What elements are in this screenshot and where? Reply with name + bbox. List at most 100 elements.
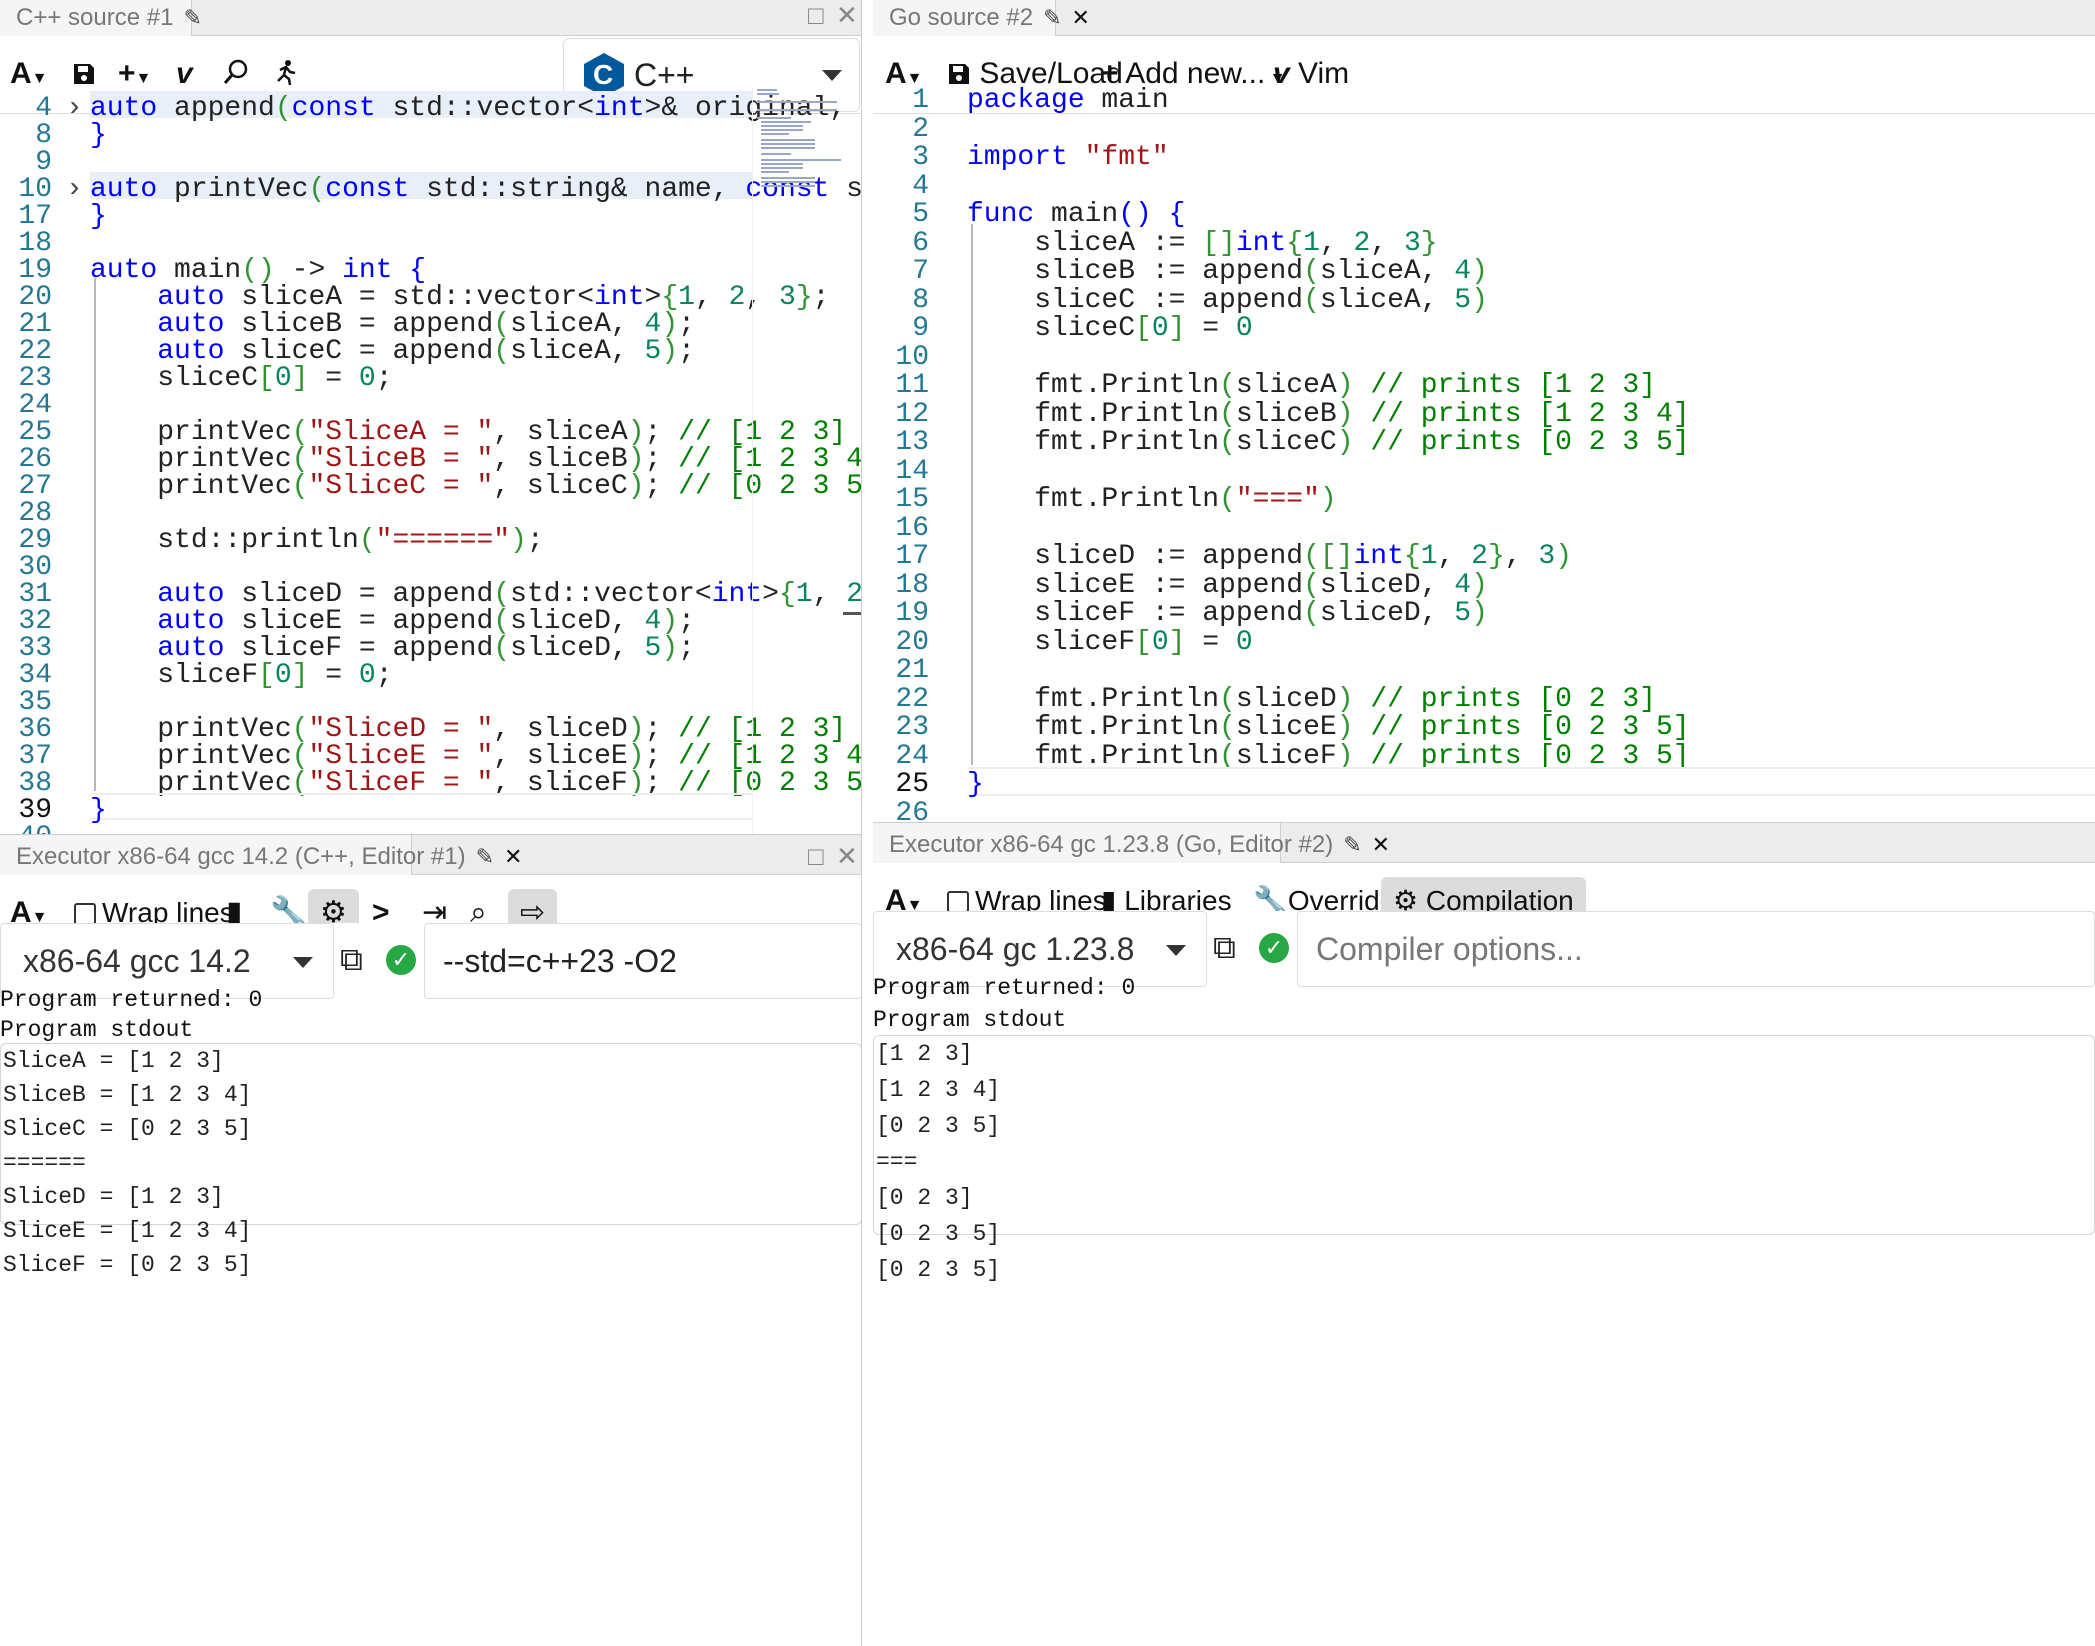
tab-cpp-executor[interactable]: Executor x86-64 gcc 14.2 (C++, Editor #1… <box>0 835 522 875</box>
line-number: 25 <box>895 769 929 800</box>
vim-label: Vim <box>1298 57 1350 90</box>
tab-go-executor[interactable]: Executor x86-64 gc 1.23.8 (Go, Editor #2… <box>873 823 1390 863</box>
go-editor-pane: Go source #2 ✎ ✕ A▼ Save/Load + Add new...… <box>873 0 2095 822</box>
code-line: auto printVec(const std::string& name, c… <box>90 174 862 205</box>
code-line: fmt.Println(sliceE) // prints [0 2 3 5] <box>967 712 1690 743</box>
check-circle-icon: ✓ <box>1259 933 1289 963</box>
pencil-icon[interactable]: ✎ <box>1043 5 1061 30</box>
code-line: fmt.Println(sliceA) // prints [1 2 3] <box>967 370 1656 401</box>
go-code-area[interactable]: 1 package main 2 3 import "fmt" 4 5 func main()… <box>873 85 2095 822</box>
code-line: func main() { <box>967 199 1186 230</box>
close-icon[interactable]: ✕ <box>1372 832 1390 857</box>
go-editor-tabbar: Go source #2 ✎ ✕ <box>873 0 2095 36</box>
compiler-options-input[interactable]: --std=c++23 -O2 <box>424 923 861 999</box>
cpp-editor-pane: C++ source #1 ✎ □ ✕ A▼ +▼ v C C++ 4 › auto … <box>0 0 862 834</box>
line-number: 12 <box>895 398 929 430</box>
line-number: 15 <box>895 484 929 515</box>
line-number: 23 <box>895 712 929 743</box>
code-line: sliceE := append(sliceD, 4) <box>967 569 1488 601</box>
compiler-label: x86-64 gcc 14.2 <box>23 943 251 979</box>
code-line: auto append(const std::vector<int>& orig… <box>90 93 862 124</box>
chevron-down-icon <box>1166 945 1186 956</box>
line-number: 10 <box>895 341 929 373</box>
line-number: 1 <box>912 85 929 116</box>
code-line: sliceF := append(sliceD, 5) <box>967 598 1488 629</box>
indent-guide <box>971 223 973 765</box>
chevron-down-icon <box>293 957 313 968</box>
line-number: 11 <box>895 370 929 401</box>
line-number: 6 <box>912 227 929 259</box>
pencil-icon[interactable]: ✎ <box>1343 832 1361 857</box>
close-icon[interactable]: ✕ <box>836 0 858 31</box>
line-number: 22 <box>895 683 929 715</box>
code-line: sliceC := append(sliceA, 5) <box>967 284 1488 316</box>
line-number: 8 <box>912 284 929 316</box>
tab-title: C++ source #1 <box>16 4 174 31</box>
line-number: 2 <box>912 113 929 145</box>
compiler-options-placeholder: Compiler options... <box>1316 931 1583 967</box>
code-line: import "fmt" <box>967 142 1169 173</box>
line-number: 14 <box>895 455 929 487</box>
cpp-editor-tabbar: C++ source #1 ✎ □ ✕ <box>0 0 861 36</box>
cpp-executor-tabbar: Executor x86-64 gcc 14.2 (C++, Editor #1… <box>0 835 861 875</box>
cpp-executor-pane: Executor x86-64 gcc 14.2 (C++, Editor #1… <box>0 834 862 1646</box>
cpp-code-area[interactable]: 4 › auto append(const std::vector<int>& or… <box>0 87 861 834</box>
maximize-icon[interactable]: □ <box>808 0 824 31</box>
scrollbar-thumb[interactable] <box>843 612 861 615</box>
line-number: 20 <box>895 626 929 658</box>
line-number: 21 <box>895 655 929 686</box>
indent-guide <box>94 278 96 791</box>
code-line: sliceB := append(sliceA, 4) <box>967 256 1488 287</box>
fold-chevron-icon[interactable]: › <box>66 93 83 124</box>
fold-chevron-icon[interactable]: › <box>66 174 83 205</box>
program-returned: Program returned: 0 <box>873 975 1136 1001</box>
code-line: } <box>90 795 107 826</box>
tab-title: Executor x86-64 gcc 14.2 (C++, Editor #1… <box>16 843 466 870</box>
line-number: 13 <box>895 427 929 458</box>
tab-title: Go source #2 <box>889 4 1034 31</box>
code-line: sliceA := []int{1, 2, 3} <box>967 227 1438 259</box>
code-line: fmt.Println(sliceD) // prints [0 2 3] <box>967 683 1656 715</box>
code-line: sliceD := append([]int{1, 2}, 3) <box>967 541 1572 572</box>
pencil-icon[interactable]: ✎ <box>476 844 494 869</box>
checkbox-icon <box>74 903 96 925</box>
popout-icon[interactable]: ⧉ <box>1213 929 1236 967</box>
tab-title: Executor x86-64 gc 1.23.8 (Go, Editor #2… <box>889 831 1334 858</box>
code-line: sliceF[0] = 0; <box>90 660 393 691</box>
cpp-minimap[interactable] <box>752 87 861 834</box>
program-stdout-label: Program stdout <box>0 1017 194 1043</box>
current-line <box>90 793 752 820</box>
popout-icon[interactable]: ⧉ <box>340 941 363 979</box>
vim-icon: v <box>1273 57 1290 90</box>
tab-go-source[interactable]: Go source #2 ✎ ✕ <box>873 0 1090 36</box>
code-line: } <box>90 120 107 151</box>
maximize-icon[interactable]: □ <box>808 841 824 872</box>
pencil-icon[interactable]: ✎ <box>183 5 201 30</box>
code-line: sliceC[0] = 0 <box>967 313 1253 344</box>
program-returned: Program returned: 0 <box>0 987 263 1013</box>
stdout-output: [1 2 3] [1 2 3 4] [0 2 3 5] === [0 2 3] … <box>873 1035 2095 1283</box>
vim-button[interactable]: v Vim <box>1273 50 1349 98</box>
save-icon <box>949 64 969 84</box>
code-line: printVec("SliceC = ", sliceC); // [0 2 3… <box>90 471 862 502</box>
line-number: 17 <box>895 541 929 572</box>
tab-cpp-source[interactable]: C++ source #1 ✎ <box>0 0 202 36</box>
close-icon[interactable]: ✕ <box>504 844 522 869</box>
code-line: fmt.Println(sliceB) // prints [1 2 3 4] <box>967 398 1690 430</box>
code-line: sliceF[0] = 0 <box>967 626 1253 658</box>
code-line: package main <box>967 85 1169 116</box>
stdout-output: SliceA = [1 2 3] SliceB = [1 2 3 4] Slic… <box>0 1043 861 1278</box>
line-number: 40 <box>0 822 52 834</box>
close-icon[interactable]: ✕ <box>1072 5 1090 30</box>
go-executor-pane: Executor x86-64 gc 1.23.8 (Go, Editor #2… <box>873 822 2095 1646</box>
close-icon[interactable]: ✕ <box>836 841 858 872</box>
line-number: 19 <box>895 598 929 629</box>
program-stdout-label: Program stdout <box>873 1007 1067 1033</box>
line-number: 7 <box>912 256 929 287</box>
line-number: 5 <box>912 199 929 230</box>
code-line: sliceC[0] = 0; <box>90 363 393 394</box>
compiler-options-input[interactable]: Compiler options... <box>1297 911 2095 987</box>
line-number: 9 <box>912 313 929 344</box>
line-number: 3 <box>912 142 929 173</box>
compiler-label: x86-64 gc 1.23.8 <box>896 931 1135 967</box>
